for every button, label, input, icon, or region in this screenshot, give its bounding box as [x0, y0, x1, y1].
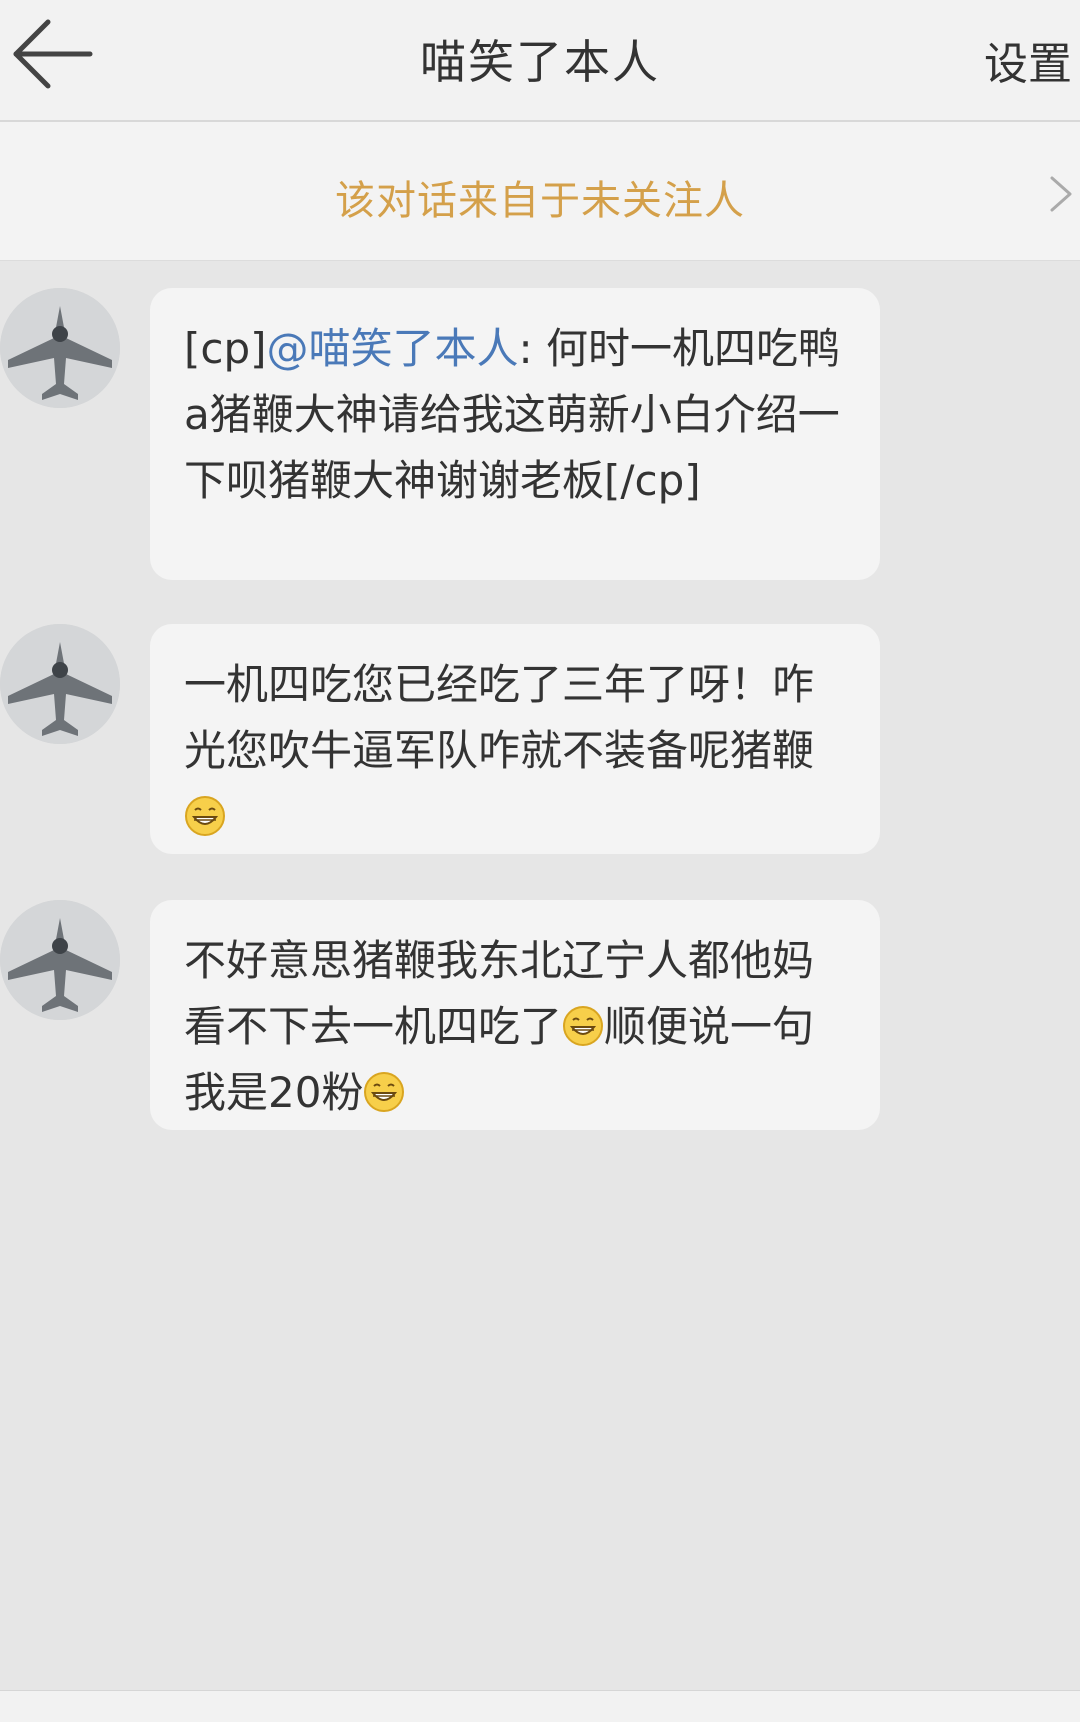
settings-button[interactable]: 设置 [984, 28, 1072, 92]
message-bubble[interactable]: [cp]@喵笑了本人: 何时一机四吃鸭a猪鞭大神请给我这萌新小白介绍一下呗猪鞭大… [150, 288, 880, 580]
mention-link[interactable]: @喵笑了本人 [267, 324, 519, 373]
top-bar: 喵笑了本人 设置 [0, 0, 1080, 122]
conversation-title: 喵笑了本人 [420, 35, 660, 89]
message-prefix: [cp] [184, 324, 267, 373]
message-list[interactable]: [cp]@喵笑了本人: 何时一机四吃鸭a猪鞭大神请给我这萌新小白介绍一下呗猪鞭大… [0, 260, 1080, 1680]
grin-emoji-icon [364, 1072, 405, 1112]
message-bubble[interactable]: 一机四吃您已经吃了三年了呀！咋光您吹牛逼军队咋就不装备呢猪鞭 [150, 624, 880, 854]
message-text: 一机四吃您已经吃了三年了呀！咋光您吹牛逼军队咋就不装备呢猪鞭 [184, 660, 815, 775]
fighter-jet-avatar-icon [0, 288, 120, 408]
grin-emoji-icon [185, 796, 225, 836]
sender-avatar[interactable] [0, 288, 120, 408]
fighter-jet-avatar-icon [0, 900, 120, 1020]
sender-avatar[interactable] [0, 900, 120, 1020]
grin-emoji-icon [563, 1006, 604, 1046]
message-bubble[interactable]: 不好意思猪鞭我东北辽宁人都他妈看不下去一机四吃了 顺便说一句我是20粉 [150, 900, 880, 1130]
chevron-right-icon [1050, 176, 1072, 212]
notice-text: 该对话来自于未关注人 [335, 178, 745, 224]
fighter-jet-avatar-icon [0, 624, 120, 744]
unfollowed-notice-bar[interactable]: 该对话来自于未关注人 [0, 122, 1080, 261]
message-input-bar[interactable] [0, 1690, 1080, 1722]
sender-avatar[interactable] [0, 624, 120, 744]
